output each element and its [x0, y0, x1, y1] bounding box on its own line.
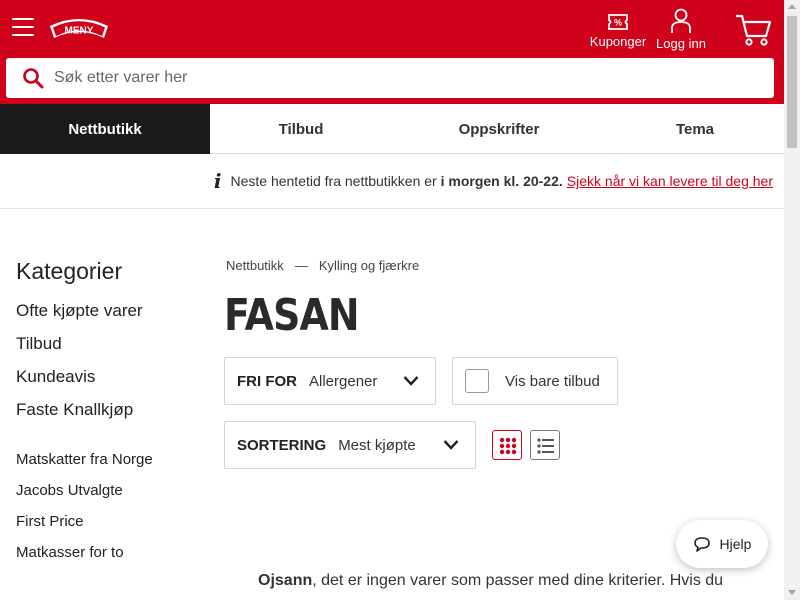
- tab-tema[interactable]: Tema: [606, 104, 784, 154]
- breadcrumb-item[interactable]: Nettbutikk: [226, 258, 284, 273]
- meny-logo[interactable]: MENY: [46, 14, 112, 46]
- breadcrumb-item[interactable]: Kylling og fjærkre: [319, 258, 419, 273]
- sidebar-sub-list: Matskatter fra Norge Jacobs Utvalgte Fir…: [16, 451, 206, 575]
- cart-icon[interactable]: [734, 12, 772, 48]
- pickup-text: Neste hentetid fra nettbutikken er: [230, 173, 437, 189]
- scroll-up-arrow[interactable]: [788, 4, 796, 9]
- page: MENY % Kuponger Logg inn Søk etter varer…: [0, 0, 800, 600]
- search-box[interactable]: [6, 58, 774, 98]
- tab-nettbutikk[interactable]: Nettbutikk: [0, 104, 210, 154]
- pickup-time: i morgen kl. 20-22.: [440, 173, 563, 189]
- offers-only-label: Vis bare tilbud: [505, 372, 600, 390]
- menu-icon[interactable]: [12, 18, 34, 40]
- chevron-down-icon: [403, 376, 419, 386]
- sidebar-main-list: Ofte kjøpte varer Tilbud Kundeavis Faste…: [16, 301, 206, 433]
- search-icon: [23, 68, 44, 89]
- sidebar-item-fixed-deals[interactable]: Faste Knallkjøp: [16, 400, 206, 433]
- empty-message-text: , det er ingen varer som passer med dine…: [312, 572, 724, 589]
- logo-text: MENY: [65, 26, 94, 37]
- scroll-thumb[interactable]: [787, 16, 797, 148]
- chat-icon: [693, 537, 710, 552]
- sidebar-item-first-price[interactable]: First Price: [16, 513, 206, 544]
- category-sidebar: Kategorier Ofte kjøpte varer Tilbud Kund…: [16, 258, 206, 575]
- sidebar-item-newspaper[interactable]: Kundeavis: [16, 367, 206, 400]
- breadcrumb-separator: —: [294, 258, 308, 273]
- help-label: Hjelp: [719, 536, 752, 552]
- grid-view-button[interactable]: [492, 430, 522, 460]
- main-nav: Nettbutikk Tilbud Oppskrifter Tema: [0, 104, 784, 154]
- sidebar-item-meal-boxes[interactable]: Matkasser for to: [16, 544, 206, 575]
- sidebar-item-often-bought[interactable]: Ofte kjøpte varer: [16, 301, 206, 334]
- sidebar-title: Kategorier: [16, 258, 123, 284]
- page-scrollbar[interactable]: [784, 0, 800, 600]
- offers-only-toggle[interactable]: Vis bare tilbud: [452, 357, 618, 405]
- help-button[interactable]: Hjelp: [676, 520, 768, 568]
- sort-dropdown[interactable]: SORTERING Mest kjøpte: [224, 421, 476, 469]
- sidebar-item-food-treasures[interactable]: Matskatter fra Norge: [16, 451, 206, 482]
- empty-results-message: Ojsann, det er ingen varer som passer me…: [258, 570, 758, 592]
- tab-tilbud[interactable]: Tilbud: [210, 104, 392, 154]
- list-icon: [537, 438, 554, 454]
- chevron-down-icon: [443, 440, 459, 450]
- top-header: MENY % Kuponger Logg inn: [0, 0, 784, 104]
- page-title: FASAN: [224, 290, 360, 341]
- search-input[interactable]: [54, 58, 754, 98]
- sidebar-item-jacobs[interactable]: Jacobs Utvalgte: [16, 482, 206, 513]
- offers-only-checkbox[interactable]: [465, 369, 489, 393]
- grid-icon: [499, 437, 517, 455]
- scroll-down-arrow[interactable]: [788, 590, 796, 595]
- svg-text:%: %: [614, 18, 622, 28]
- sort-key: SORTERING: [237, 436, 327, 454]
- info-icon: i: [213, 169, 222, 193]
- coupons-label: Kuponger: [589, 34, 647, 49]
- sort-value: Mest kjøpte: [338, 436, 416, 454]
- login-button[interactable]: Logg inn: [654, 8, 708, 54]
- login-label: Logg inn: [656, 36, 706, 51]
- pickup-info: i Neste hentetid fra nettbutikken er i m…: [213, 169, 773, 193]
- coupons-button[interactable]: % Kuponger: [588, 10, 648, 54]
- empty-message-strong: Ojsann: [258, 572, 313, 589]
- allergen-filter-key: FRI FOR: [237, 372, 297, 390]
- delivery-check-link[interactable]: Sjekk når vi kan levere til deg her: [567, 173, 773, 189]
- tab-oppskrifter[interactable]: Oppskrifter: [392, 104, 606, 154]
- coupon-icon: %: [608, 14, 628, 30]
- list-view-button[interactable]: [530, 430, 560, 460]
- info-banner: i Neste hentetid fra nettbutikken er i m…: [0, 155, 784, 209]
- user-icon: [671, 8, 691, 33]
- allergen-filter-value: Allergener: [309, 372, 378, 390]
- allergen-filter-dropdown[interactable]: FRI FOR Allergener: [224, 357, 436, 405]
- sidebar-item-offers[interactable]: Tilbud: [16, 334, 206, 367]
- breadcrumb: Nettbutikk — Kylling og fjærkre: [226, 258, 419, 273]
